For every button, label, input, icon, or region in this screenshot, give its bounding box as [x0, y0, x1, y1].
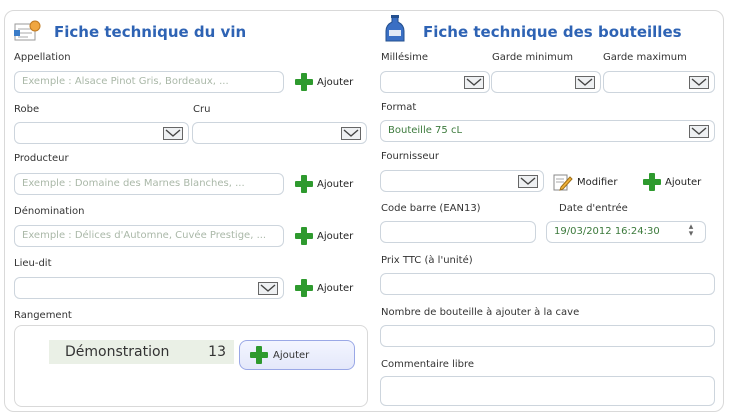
appellation-input[interactable]: Exemple : Alsace Pinot Gris, Bordeaux, .…: [14, 71, 284, 93]
garde-min-select[interactable]: [491, 71, 601, 93]
plus-icon: [643, 173, 661, 191]
producteur-input[interactable]: Exemple : Domaine des Marnes Blanches, .…: [14, 173, 284, 195]
plus-icon: [295, 227, 313, 245]
fournisseur-label: Fournisseur: [381, 151, 439, 162]
fournisseur-modify-button[interactable]: Modifier: [553, 172, 617, 192]
bottle-icon: [385, 15, 405, 42]
chevron-down-icon[interactable]: [258, 282, 278, 295]
bottle-sheet-title: Fiche technique des bouteilles: [423, 23, 682, 41]
denomination-add-button[interactable]: Ajouter: [295, 226, 353, 246]
chevron-down-icon[interactable]: [518, 175, 538, 188]
prix-label: Prix TTC (à l'unité): [381, 255, 473, 266]
chevron-down-icon[interactable]: [163, 127, 183, 140]
add-label: Ajouter: [317, 282, 354, 294]
date-entree-input[interactable]: 19/03/2012 16:24:30 ▴ ▾: [546, 221, 706, 243]
lieu-dit-add-button[interactable]: Ajouter: [295, 278, 353, 298]
code-barre-input[interactable]: [380, 221, 536, 243]
wine-sheet-title: Fiche technique du vin: [54, 23, 247, 41]
storage-add-button[interactable]: Ajouter: [239, 340, 355, 370]
producteur-add-button[interactable]: Ajouter: [295, 174, 353, 194]
wine-sheet-icon: [14, 20, 41, 41]
chevron-down-icon[interactable]: [575, 76, 595, 89]
chevron-down-icon[interactable]: [464, 76, 484, 89]
date-entree-label: Date d'entrée: [559, 203, 628, 214]
robe-label: Robe: [14, 104, 40, 115]
storage-count: 13: [208, 344, 226, 360]
format-value: Bouteille 75 cL: [388, 125, 463, 136]
producteur-label: Producteur: [14, 153, 69, 164]
denomination-input[interactable]: Exemple : Délices d'Automne, Cuvée Prest…: [14, 225, 284, 247]
commentaire-input[interactable]: [380, 376, 715, 406]
edit-icon: [553, 174, 573, 191]
plus-icon: [295, 279, 313, 297]
storage-panel: Démonstration 13 Ajouter: [14, 325, 368, 407]
format-select[interactable]: Bouteille 75 cL: [380, 120, 715, 142]
appellation-add-button[interactable]: Ajouter: [295, 72, 353, 92]
chevron-down-icon[interactable]: [689, 76, 709, 89]
add-label: Ajouter: [317, 178, 354, 190]
fournisseur-select[interactable]: [380, 170, 544, 192]
format-label: Format: [381, 102, 417, 113]
date-entree-value: 19/03/2012 16:24:30: [554, 226, 660, 237]
prix-input[interactable]: [380, 273, 715, 295]
storage-name: Démonstration: [65, 344, 170, 360]
code-barre-label: Code barre (EAN13): [381, 203, 481, 214]
chevron-down-icon[interactable]: [341, 127, 361, 140]
denomination-label: Dénomination: [14, 206, 85, 217]
plus-icon: [295, 73, 313, 91]
spin-down-icon[interactable]: ▾: [685, 230, 697, 239]
cru-select[interactable]: [192, 122, 367, 144]
robe-select[interactable]: [14, 122, 189, 144]
garde-min-label: Garde minimum: [492, 52, 573, 63]
fournisseur-add-button[interactable]: Ajouter: [643, 172, 701, 192]
storage-item[interactable]: Démonstration 13: [49, 340, 234, 364]
add-label: Ajouter: [317, 230, 354, 242]
plus-icon: [250, 346, 268, 364]
add-label: Ajouter: [273, 349, 310, 361]
chevron-down-icon[interactable]: [689, 125, 709, 138]
lieu-dit-label: Lieu-dit: [14, 258, 52, 269]
date-spinner[interactable]: ▴ ▾: [685, 223, 697, 240]
millesime-label: Millésime: [381, 52, 428, 63]
nombre-input[interactable]: [380, 325, 715, 347]
garde-max-select[interactable]: [603, 71, 715, 93]
millesime-select[interactable]: [380, 71, 490, 93]
lieu-dit-select[interactable]: [14, 277, 284, 299]
commentaire-label: Commentaire libre: [381, 359, 475, 370]
add-label: Ajouter: [317, 76, 354, 88]
plus-icon: [295, 175, 313, 193]
rangement-label: Rangement: [14, 310, 72, 321]
modify-label: Modifier: [577, 176, 618, 188]
garde-max-label: Garde maximum: [603, 52, 687, 63]
cru-label: Cru: [193, 104, 211, 115]
appellation-label: Appellation: [14, 52, 71, 63]
add-label: Ajouter: [665, 176, 702, 188]
nombre-label: Nombre de bouteille à ajouter à la cave: [381, 307, 580, 318]
